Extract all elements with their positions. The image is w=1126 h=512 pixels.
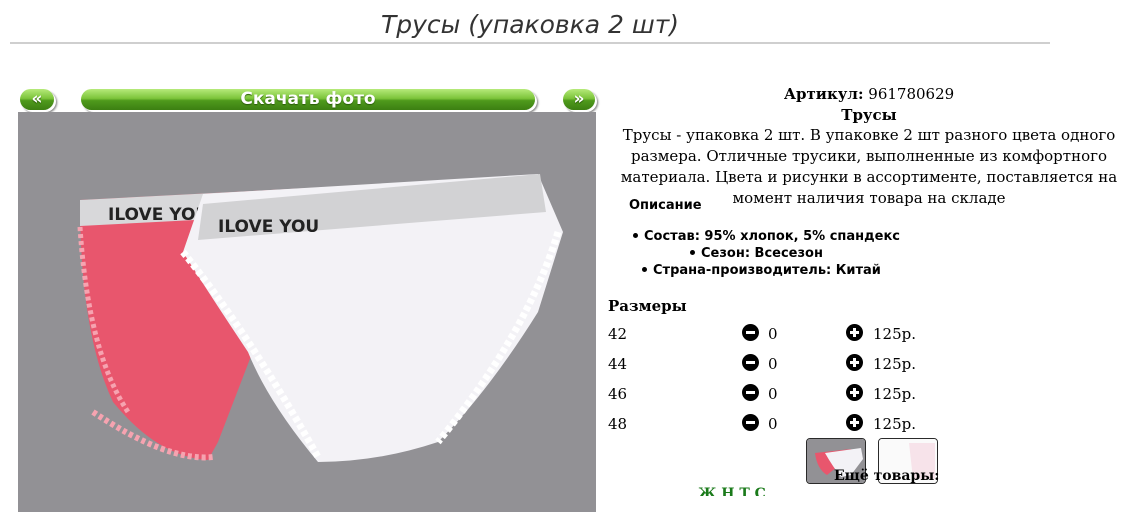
- minus-icon[interactable]: [742, 354, 759, 371]
- previous-photo-button[interactable]: «: [20, 89, 54, 110]
- plus-icon[interactable]: [846, 354, 863, 371]
- bullet-icon: [642, 267, 647, 272]
- spec-item: Страна-производитель: Китай: [642, 263, 881, 278]
- article-label: Артикул:: [783, 85, 864, 103]
- product-name: Трусы: [841, 106, 897, 124]
- bullet-icon: [633, 233, 638, 238]
- price-value: 125р.: [873, 415, 917, 433]
- minus-icon[interactable]: [742, 324, 759, 341]
- title-divider: [10, 42, 1050, 44]
- spec-text: Сезон: Всесезон: [701, 246, 823, 261]
- size-row: 42 0 125р.: [608, 323, 928, 345]
- plus-icon[interactable]: [846, 414, 863, 431]
- article-value: 961780629: [868, 85, 955, 103]
- quantity-value: 0: [768, 325, 778, 343]
- plus-icon[interactable]: [846, 384, 863, 401]
- spec-text: Страна-производитель: Китай: [653, 263, 881, 278]
- article-line: Артикул: 961780629: [612, 84, 1126, 105]
- size-row: 48 0 125р.: [608, 413, 928, 435]
- description-heading: Описание: [629, 198, 702, 213]
- spec-item: Состав: 95% хлопок, 5% спандекс: [633, 229, 900, 244]
- minus-icon[interactable]: [742, 384, 759, 401]
- size-value: 42: [608, 325, 628, 343]
- quantity-value: 0: [768, 415, 778, 433]
- bullet-icon: [690, 250, 695, 255]
- quantity-value: 0: [768, 355, 778, 373]
- minus-icon[interactable]: [742, 414, 759, 431]
- price-value: 125р.: [873, 325, 917, 343]
- more-products-heading: Ещё товары:: [834, 468, 940, 484]
- size-row: 44 0 125р.: [608, 353, 928, 375]
- product-photo: ILOVE YOU ILOVE YOU: [18, 112, 596, 512]
- sizes-heading: Размеры: [608, 297, 687, 315]
- size-value: 44: [608, 355, 628, 373]
- plus-icon[interactable]: [846, 324, 863, 341]
- print-text-white: ILOVE YOU: [218, 217, 319, 237]
- price-value: 125р.: [873, 385, 917, 403]
- spec-item: Сезон: Всесезон: [690, 246, 823, 261]
- spec-text: Состав: 95% хлопок, 5% спандекс: [644, 229, 901, 244]
- page-title: Трусы (упаковка 2 шт): [380, 10, 680, 39]
- download-photo-button[interactable]: Скачать фото: [81, 89, 535, 110]
- size-value: 46: [608, 385, 628, 403]
- size-row: 46 0 125р.: [608, 383, 928, 405]
- price-value: 125р.: [873, 355, 917, 373]
- product-description: Трусы - упаковка 2 шт. В упаковке 2 шт р…: [620, 126, 1118, 207]
- size-value: 48: [608, 415, 628, 433]
- next-photo-button[interactable]: »: [563, 89, 595, 110]
- quantity-value: 0: [768, 385, 778, 403]
- product-info: Артикул: 961780629 Трусы Трусы - упаковк…: [612, 84, 1126, 209]
- more-products-links[interactable]: Ж Н Т С: [698, 486, 1126, 496]
